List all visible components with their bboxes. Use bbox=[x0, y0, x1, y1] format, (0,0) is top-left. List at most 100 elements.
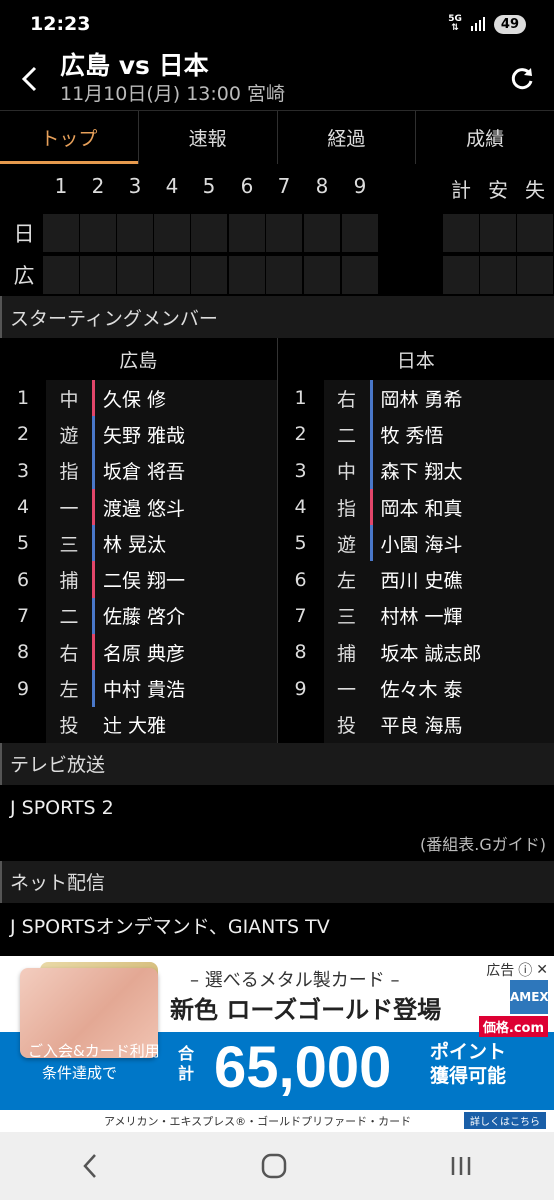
total-cell bbox=[480, 214, 516, 252]
batting-order: 1 bbox=[294, 387, 307, 410]
player-name[interactable]: 名原 典彦 bbox=[92, 634, 277, 671]
ad-point-amount: 65,000 bbox=[214, 1035, 392, 1100]
ad-detail-button[interactable]: 詳しくはこちら bbox=[464, 1112, 546, 1129]
lineup-row[interactable]: 9 左中村 貴浩 bbox=[0, 670, 277, 707]
lineup-team-header: 広島 日本 bbox=[0, 338, 554, 380]
page-title: 広島 vs 日本 bbox=[60, 51, 209, 80]
batting-order: 9 bbox=[294, 677, 307, 700]
total-label: 計 bbox=[451, 178, 471, 202]
position: 左 bbox=[323, 561, 370, 598]
player-name[interactable]: 佐藤 啓介 bbox=[92, 597, 277, 635]
tab-top[interactable]: トップ bbox=[0, 111, 138, 164]
lineup-team-left: 広島 bbox=[0, 338, 278, 380]
ad-point-line1: ポイント bbox=[430, 1041, 507, 1063]
lineup-row[interactable]: 8 右名原 典彦 bbox=[0, 634, 277, 671]
lineup-row[interactable]: 2 遊矢野 雅哉 bbox=[0, 416, 277, 453]
lineup-row[interactable]: 6 左西川 史礁 bbox=[278, 561, 554, 598]
nav-recents-icon[interactable] bbox=[448, 1153, 474, 1179]
player-name[interactable]: 平良 海馬 bbox=[369, 706, 554, 743]
ad-label[interactable]: 広告 ⓘ ✕ bbox=[486, 960, 548, 980]
total-cell bbox=[443, 256, 479, 294]
total-cell bbox=[517, 214, 553, 252]
refresh-button[interactable] bbox=[490, 48, 554, 110]
scoreboard: 日 広 123456789 計安失 bbox=[0, 168, 554, 296]
position: 三 bbox=[323, 597, 370, 635]
player-name[interactable]: 小園 海斗 bbox=[369, 525, 554, 562]
inning-label: 4 bbox=[165, 174, 179, 198]
score-cell bbox=[191, 214, 227, 252]
lineup-row[interactable]: 投平良 海馬 bbox=[278, 706, 554, 743]
lineup-row[interactable]: 5三林 晃汰 bbox=[0, 525, 277, 562]
app-header: 広島 vs 日本 11月10日(月) 13:00 宮崎 bbox=[0, 48, 554, 110]
nav-home-icon[interactable] bbox=[261, 1153, 287, 1179]
close-icon[interactable]: ✕ bbox=[536, 962, 548, 978]
ad-point-text: ポイント 獲得可能 bbox=[430, 1040, 506, 1088]
inning-label: 9 bbox=[353, 174, 367, 198]
lineup-row[interactable]: 8 捕坂本 誠志郎 bbox=[278, 634, 554, 671]
info-icon[interactable]: ⓘ bbox=[518, 960, 532, 980]
player-name[interactable]: 西川 史礁 bbox=[369, 561, 554, 598]
lineup-row[interactable]: 7 二佐藤 啓介 bbox=[0, 597, 277, 635]
scoreboard-team-away: 日 bbox=[13, 222, 35, 246]
player-name[interactable]: 矢野 雅哉 bbox=[92, 416, 277, 453]
lineup-right-column: 1 右岡林 勇希 2 二牧 秀悟 3 中森下 翔太 4 指岡本 和真 5 遊小園 海斗 6 左西川 史… bbox=[278, 380, 554, 743]
score-cell bbox=[304, 214, 340, 252]
player-name[interactable]: 佐々木 泰 bbox=[369, 670, 554, 707]
lineup-row[interactable]: 3 中森下 翔太 bbox=[278, 452, 554, 489]
tab-stats[interactable]: 成績 bbox=[415, 111, 554, 164]
inning-label: 2 bbox=[91, 174, 105, 198]
score-cell bbox=[43, 256, 79, 294]
tv-source-link[interactable]: (番組表.Gガイド) bbox=[0, 831, 554, 861]
score-cell bbox=[80, 256, 116, 294]
total-label: 安 bbox=[488, 178, 508, 202]
lineup-row[interactable]: 7 三村林 一輝 bbox=[278, 597, 554, 635]
lineup-row[interactable]: 1 右岡林 勇希 bbox=[278, 380, 554, 417]
lineup-row[interactable]: 2二牧 秀悟 bbox=[278, 416, 554, 453]
batting-order: 4 bbox=[294, 496, 307, 519]
ad-label-text: 広告 bbox=[486, 963, 515, 979]
position: 遊 bbox=[323, 525, 370, 562]
nav-back-icon[interactable] bbox=[80, 1152, 100, 1180]
player-name[interactable]: 渡邉 悠斗 bbox=[92, 488, 277, 526]
score-cell bbox=[154, 256, 190, 294]
ad-banner[interactable]: – 選べるメタル製カード – 新色 ローズゴールド登場 広告 ⓘ ✕ AMEX … bbox=[0, 956, 554, 1132]
lineup-row[interactable]: 1 中久保 修 bbox=[0, 380, 277, 417]
lineup-row[interactable]: 4 一渡邉 悠斗 bbox=[0, 488, 277, 526]
player-name[interactable]: 坂本 誠志郎 bbox=[369, 634, 554, 671]
tab-live[interactable]: 速報 bbox=[137, 111, 277, 164]
player-name[interactable]: 林 晃汰 bbox=[92, 525, 277, 562]
player-name[interactable]: 辻 大雅 bbox=[92, 706, 277, 743]
player-name[interactable]: 森下 翔太 bbox=[369, 452, 554, 489]
tv-heading: テレビ放送 bbox=[0, 742, 554, 785]
lineup-row[interactable]: 4 指岡本 和真 bbox=[278, 488, 554, 526]
lineup-table: 1 中久保 修 2 遊矢野 雅哉 3 指坂倉 将吾 4 一渡邉 悠斗 5 三林 晃汰 6 捕二俣 翔一… bbox=[0, 380, 554, 743]
tab-progress[interactable]: 経過 bbox=[276, 111, 416, 164]
player-name[interactable]: 坂倉 将吾 bbox=[92, 452, 277, 489]
position: 一 bbox=[46, 488, 92, 526]
player-name[interactable]: 二俣 翔一 bbox=[92, 561, 277, 598]
player-name[interactable]: 岡林 勇希 bbox=[369, 380, 554, 417]
player-name[interactable]: 村林 一輝 bbox=[369, 597, 554, 635]
batting-order: 1 bbox=[16, 387, 30, 410]
batting-order: 6 bbox=[16, 568, 30, 591]
lineup-row[interactable]: 投辻 大雅 bbox=[0, 706, 277, 743]
ad-headline-1: – 選べるメタル製カード – bbox=[190, 970, 400, 991]
player-name[interactable]: 岡本 和真 bbox=[369, 488, 554, 526]
lineup-left-column: 1 中久保 修 2 遊矢野 雅哉 3 指坂倉 将吾 4 一渡邉 悠斗 5 三林 晃汰 6 捕二俣 翔一… bbox=[0, 380, 278, 743]
game-datetime: 11月10日(月) 13:00 宮崎 bbox=[60, 83, 286, 105]
game-title-block: 広島 vs 日本 11月10日(月) 13:00 宮崎 bbox=[60, 51, 490, 107]
lineup-row[interactable]: 9 一佐々木 泰 bbox=[278, 670, 554, 707]
amex-logo: AMEX bbox=[510, 980, 549, 1014]
network-5g-icon: 5G ⇅ bbox=[448, 14, 462, 33]
lineup-row[interactable]: 6 捕二俣 翔一 bbox=[0, 561, 277, 598]
batting-order: 8 bbox=[16, 641, 30, 664]
player-name[interactable]: 中村 貴浩 bbox=[92, 670, 277, 707]
position: 遊 bbox=[46, 416, 92, 453]
player-name[interactable]: 久保 修 bbox=[92, 380, 277, 417]
player-name[interactable]: 牧 秀悟 bbox=[369, 416, 554, 453]
lineup-row[interactable]: 5 遊小園 海斗 bbox=[278, 525, 554, 562]
batting-order: 4 bbox=[16, 496, 30, 519]
lineup-row[interactable]: 3 指坂倉 将吾 bbox=[0, 452, 277, 489]
back-button[interactable] bbox=[0, 48, 60, 110]
score-cell bbox=[80, 214, 116, 252]
